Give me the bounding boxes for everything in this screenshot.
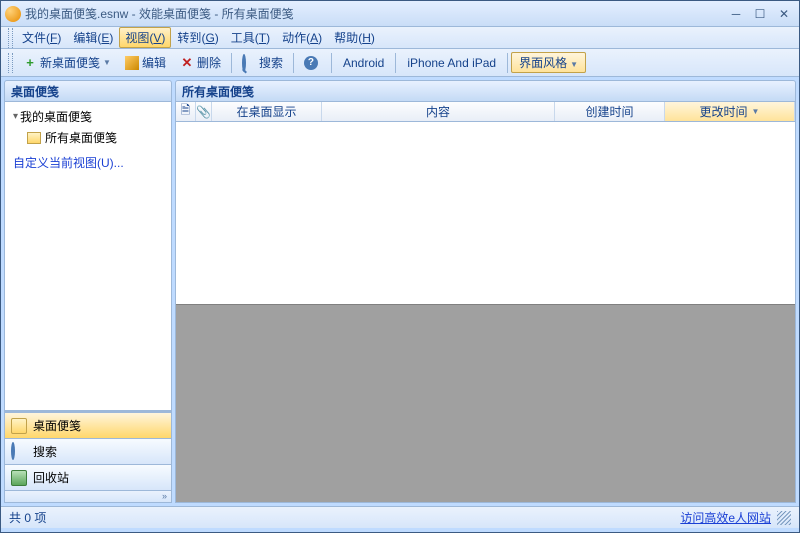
status-bar: 共 0 项 访问高效e人网站: [1, 506, 799, 528]
plus-icon: +: [23, 56, 37, 70]
delete-button[interactable]: ✕删除: [174, 52, 227, 73]
nav-notes[interactable]: 桌面便笺: [5, 412, 171, 438]
menu-view[interactable]: 视图(V): [119, 27, 171, 48]
close-button[interactable]: ✕: [773, 5, 795, 23]
sidebar-header: 桌面便笺: [4, 80, 172, 102]
window-title: 我的桌面便笺.esnw - 效能桌面便笺 - 所有桌面便笺: [25, 5, 294, 22]
toolbar: +新桌面便笺▼ 编辑 ✕删除 搜索 ? Android iPhone And i…: [1, 49, 799, 77]
col-content[interactable]: 内容: [322, 102, 555, 121]
col-show-on-desktop[interactable]: 在桌面显示: [212, 102, 322, 121]
menu-file[interactable]: 文件(F): [16, 27, 67, 48]
search-icon: [11, 444, 27, 460]
menu-bar: 文件(F) 编辑(E) 视图(V) 转到(G) 工具(T) 动作(A) 帮助(H…: [1, 27, 799, 49]
menu-tools[interactable]: 工具(T): [225, 27, 276, 48]
delete-icon: ✕: [180, 56, 194, 70]
recycle-icon: [11, 470, 27, 486]
menu-help[interactable]: 帮助(H): [328, 27, 381, 48]
help-icon: ?: [304, 56, 318, 70]
toolbar-grip[interactable]: [8, 53, 13, 73]
nav-recycle[interactable]: 回收站: [5, 464, 171, 490]
maximize-button[interactable]: ☐: [749, 5, 771, 23]
menu-edit[interactable]: 编辑(E): [67, 27, 119, 48]
note-icon: [11, 418, 27, 434]
list-body[interactable]: [176, 122, 795, 304]
help-button[interactable]: ?: [298, 54, 327, 72]
resize-grip[interactable]: [777, 511, 791, 525]
search-button[interactable]: 搜索: [236, 52, 289, 73]
toolbar-grip[interactable]: [8, 28, 13, 48]
pencil-icon: [125, 56, 139, 70]
search-icon: [242, 56, 256, 70]
new-note-button[interactable]: +新桌面便笺▼: [17, 52, 117, 73]
col-modified[interactable]: 更改时间▼: [665, 102, 795, 121]
status-count: 共 0 项: [9, 509, 46, 526]
skin-button[interactable]: 界面风格▼: [511, 52, 586, 73]
nav-strip: 桌面便笺 搜索 回收站 »: [4, 411, 172, 503]
column-headers: 🗎 📎 在桌面显示 内容 创建时间 更改时间▼: [176, 102, 795, 122]
tree-all-notes[interactable]: 所有桌面便笺: [23, 127, 167, 148]
main-panel: 所有桌面便笺 🗎 📎 在桌面显示 内容 创建时间 更改时间▼: [175, 80, 796, 503]
customize-view-link[interactable]: 自定义当前视图(U)...: [9, 148, 167, 177]
chevron-down-icon: ▼: [103, 58, 111, 67]
edit-button[interactable]: 编辑: [119, 52, 172, 73]
website-link[interactable]: 访问高效e人网站: [680, 509, 771, 526]
sort-desc-icon: ▼: [752, 107, 760, 116]
nav-search[interactable]: 搜索: [5, 438, 171, 464]
minimize-button[interactable]: ─: [725, 5, 747, 23]
tree-panel: ▾我的桌面便笺 所有桌面便笺 自定义当前视图(U)...: [4, 102, 172, 411]
col-icon[interactable]: 🗎: [176, 102, 196, 121]
title-bar: 我的桌面便笺.esnw - 效能桌面便笺 - 所有桌面便笺 ─ ☐ ✕: [1, 1, 799, 27]
preview-pane: [176, 304, 795, 502]
android-button[interactable]: Android: [335, 54, 392, 72]
app-icon: [5, 6, 21, 22]
collapse-icon[interactable]: ▾: [13, 111, 18, 122]
note-icon: [27, 132, 41, 144]
tree-root[interactable]: ▾我的桌面便笺: [9, 106, 167, 127]
menu-action[interactable]: 动作(A): [276, 27, 328, 48]
col-attach[interactable]: 📎: [196, 102, 212, 121]
col-created[interactable]: 创建时间: [555, 102, 665, 121]
nav-overflow[interactable]: »: [5, 490, 171, 502]
menu-goto[interactable]: 转到(G): [171, 27, 224, 48]
sidebar: 桌面便笺 ▾我的桌面便笺 所有桌面便笺 自定义当前视图(U)... 桌面便笺 搜…: [4, 80, 172, 503]
main-header: 所有桌面便笺: [175, 80, 796, 102]
iphone-button[interactable]: iPhone And iPad: [399, 54, 504, 72]
chevron-down-icon: ▼: [570, 60, 578, 69]
